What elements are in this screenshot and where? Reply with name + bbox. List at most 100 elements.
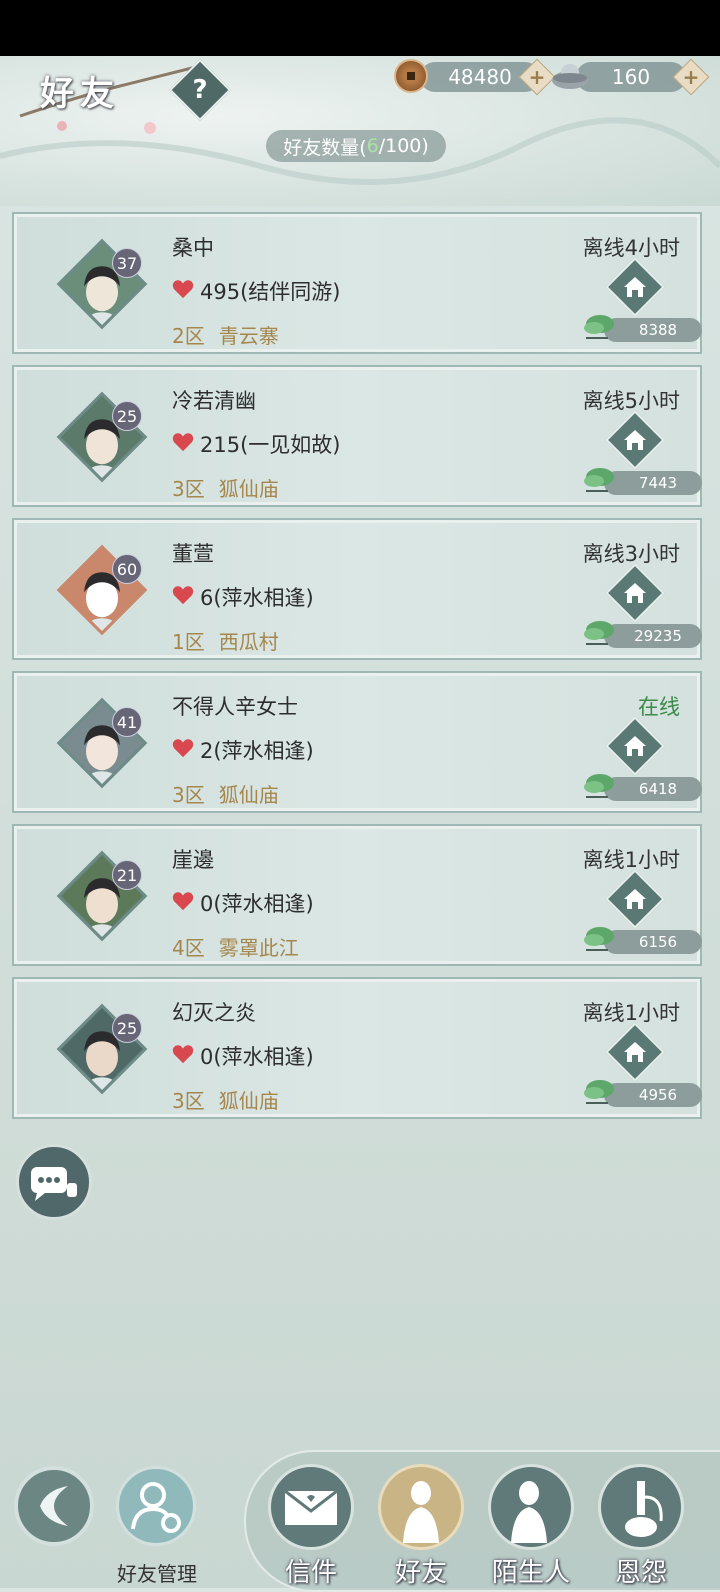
back-arrow-icon [40,1486,68,1526]
heart-icon [172,739,194,758]
server-zone: 2区 [172,324,205,348]
avatar[interactable]: 21 [56,850,148,942]
map-place: 雾罩此江 [218,936,299,960]
intimacy-value: 0(萍水相逢) [200,892,314,916]
online-status: 离线1小时 [582,848,680,872]
gift-counter[interactable]: 4956 [578,1080,704,1109]
friend-location: 3区 狐仙庙 [172,1085,293,1114]
tab-mail[interactable] [268,1464,354,1550]
friend-manage-label: 好友管理 [117,1562,197,1586]
avatar[interactable]: 25 [56,391,148,483]
friend-card[interactable]: 37 桑中 495(结伴同游) 2区 青云寨 离线4小时 8388 [12,212,702,354]
gift-counter[interactable]: 6418 [578,774,704,803]
plus-icon: + [682,65,700,89]
herb-leaf-icon [584,315,614,339]
level-badge: 25 [112,1013,142,1043]
heart-icon [172,280,194,299]
level-badge: 60 [112,554,142,584]
gift-count: 6156 [604,930,702,954]
plus-icon: + [528,65,546,89]
visit-home-button[interactable] [605,257,665,317]
friend-card[interactable]: 25 幻灭之炎 0(萍水相逢) 3区 狐仙庙 离线1小时 4956 [12,977,702,1119]
page-title: 好友 [40,74,120,114]
visit-home-button[interactable] [605,1022,665,1082]
heart-icon [172,892,194,911]
hookah-icon [625,1481,663,1537]
online-status: 在线 [638,695,680,719]
friend-location: 2区 青云寨 [172,320,293,349]
friend-name: 董萱 [172,542,214,566]
friend-manage-button[interactable] [116,1466,196,1546]
house-icon [616,727,654,765]
visit-home-button[interactable] [605,563,665,623]
level-badge: 21 [112,860,142,890]
avatar[interactable]: 37 [56,238,148,330]
server-zone: 3区 [172,783,205,807]
tab-friends-label: 好友 [394,1558,447,1588]
intimacy-value: 2(萍水相逢) [200,739,314,763]
friend-name: 幻灭之炎 [172,1001,256,1025]
heart-icon [172,433,194,452]
chat-button[interactable] [16,1144,92,1220]
level-badge: 37 [112,248,142,278]
map-place: 西瓜村 [218,630,279,654]
level-badge: 25 [112,401,142,431]
woman-figure-icon [403,1481,439,1543]
status-bar [0,0,720,56]
gift-count: 6418 [604,777,702,801]
back-button[interactable] [14,1466,94,1546]
server-zone: 3区 [172,477,205,501]
question-icon: ? [192,75,208,105]
house-icon [616,421,654,459]
friend-card[interactable]: 21 崖邊 0(萍水相逢) 4区 雾罩此江 离线1小时 6156 [12,824,702,966]
avatar[interactable]: 25 [56,1003,148,1095]
friend-name: 崖邊 [172,848,214,872]
visit-home-button[interactable] [605,716,665,776]
copper-coin-icon [394,59,428,93]
tab-mail-label: 信件 [284,1558,337,1588]
silver-ingot-icon [552,64,588,89]
intimacy-value: 495(结伴同游) [200,280,341,304]
chat-bubble-icon [31,1167,77,1201]
server-zone: 3区 [172,1089,205,1113]
server-zone: 4区 [172,936,205,960]
visit-home-button[interactable] [605,869,665,929]
avatar[interactable]: 41 [56,697,148,789]
gift-count: 4956 [604,1083,702,1107]
heart-icon [172,586,194,605]
tab-strangers[interactable] [488,1464,574,1550]
map-place: 狐仙庙 [218,477,279,501]
herb-leaf-icon [584,468,614,492]
friend-location: 3区 狐仙庙 [172,473,293,502]
gift-counter[interactable]: 7443 [578,468,704,497]
friend-card[interactable]: 41 不得人辛女士 2(萍水相逢) 3区 狐仙庙 在线 6418 [12,671,702,813]
ingot-currency: 160 [576,62,686,92]
online-status: 离线3小时 [582,542,680,566]
friend-count-label: 好友数量( [283,136,367,159]
avatar[interactable]: 60 [56,544,148,636]
friend-count-max: /100) [378,135,429,157]
tab-friends[interactable] [378,1464,464,1550]
friend-card[interactable]: 60 董萱 6(萍水相逢) 1区 西瓜村 离线3小时 29235 [12,518,702,660]
map-place: 狐仙庙 [218,1089,279,1113]
server-zone: 1区 [172,630,205,654]
house-icon [616,574,654,612]
visit-home-button[interactable] [605,410,665,470]
gift-counter[interactable]: 8388 [578,315,704,344]
bottom-nav: 好友管理 信件 好友 陌生人 恩怨 [0,1440,720,1592]
friend-count-current: 6 [366,135,379,157]
gift-counter[interactable]: 29235 [578,621,704,650]
gift-count: 7443 [604,471,702,495]
ingot-amount: 160 [611,65,651,89]
copper-amount: 48480 [448,65,512,89]
friend-count: 好友数量(6/100) [266,130,446,162]
map-place: 狐仙庙 [218,783,279,807]
online-status: 离线4小时 [582,236,680,260]
online-status: 离线1小时 [582,1001,680,1025]
friend-card[interactable]: 25 冷若清幽 215(一见如故) 3区 狐仙庙 离线5小时 7443 [12,365,702,507]
heart-icon [172,1045,194,1064]
intimacy-value: 6(萍水相逢) [200,586,314,610]
envelope-icon [284,1489,338,1525]
tab-grudges[interactable] [598,1464,684,1550]
gift-counter[interactable]: 6156 [578,927,704,956]
